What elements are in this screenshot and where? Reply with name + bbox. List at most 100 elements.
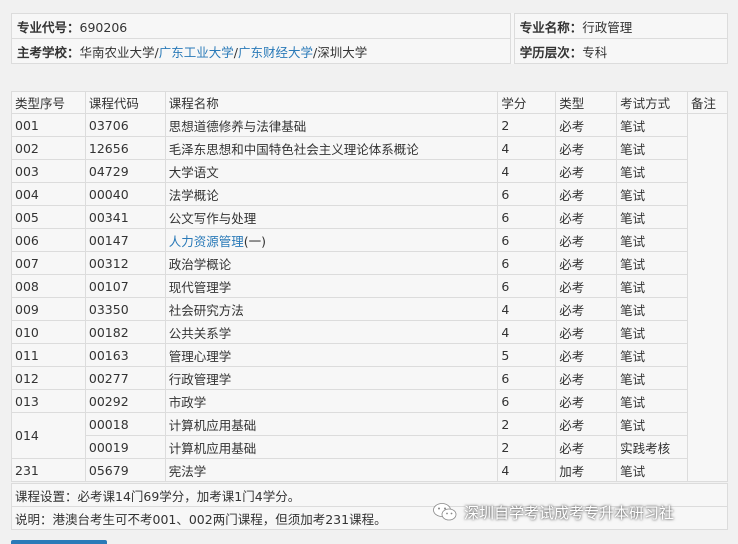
header-code: 课程代码 — [84, 91, 166, 114]
cell-exam: 笔试 — [616, 205, 688, 229]
cell-credit: 6 — [497, 274, 557, 298]
cell-type: 必考 — [555, 228, 618, 252]
cell-type: 必考 — [555, 389, 618, 413]
cell-name: 政治学概论 — [164, 251, 499, 275]
cell-credit: 6 — [497, 228, 557, 252]
cell-exam: 笔试 — [616, 159, 688, 183]
level-value: 专科 — [582, 44, 608, 60]
header-note: 备注 — [687, 91, 728, 114]
cell-code: 00341 — [84, 205, 166, 229]
cell-code: 00107 — [84, 274, 166, 298]
table-row: 006 00147 人力资源管理(一) 6 必考 笔试 — [11, 228, 728, 252]
cell-code: 00147 — [84, 228, 166, 252]
cell-seq: 011 — [11, 343, 86, 367]
table-row: 005 00341 公文写作与处理 6 必考 笔试 — [11, 205, 728, 229]
table-row: 012 00277 行政管理学 6 必考 笔试 — [11, 366, 728, 390]
cell-type: 必考 — [555, 412, 618, 436]
cell-credit: 4 — [497, 159, 557, 183]
cell-exam: 笔试 — [616, 458, 688, 482]
cell-exam: 笔试 — [616, 343, 688, 367]
cell-exam: 笔试 — [616, 182, 688, 206]
course-name-link[interactable]: 人力资源管理 — [169, 234, 244, 249]
cell-type: 必考 — [555, 297, 618, 321]
table-row: 001 03706 思想道德修养与法律基础 2 必考 笔试 — [11, 113, 728, 482]
cell-exam: 笔试 — [616, 113, 688, 137]
cell-code: 03706 — [84, 113, 166, 137]
cell-exam: 笔试 — [616, 228, 688, 252]
cell-credit: 6 — [497, 182, 557, 206]
course-table: 类型序号 课程代码 课程名称 学分 类型 考试方式 备注 001 03706 思… — [11, 91, 728, 482]
cell-code: 00312 — [84, 251, 166, 275]
cell-exam: 笔试 — [616, 389, 688, 413]
header-name: 课程名称 — [164, 91, 499, 114]
cell-exam: 笔试 — [616, 320, 688, 344]
info-row-2: 主考学校：华南农业大学/广东工业大学/广东财经大学/深圳大学 学历层次：专科 — [11, 38, 729, 64]
cell-name: 宪法学 — [164, 458, 499, 482]
table-row: 231 05679 宪法学 4 加考 笔试 — [11, 458, 728, 482]
cell-code: 00018 — [84, 412, 166, 436]
header-exam: 考试方式 — [616, 91, 688, 114]
school-cell: 主考学校：华南农业大学/广东工业大学/广东财经大学/深圳大学 — [11, 38, 511, 64]
major-name-cell: 专业名称：行政管理 — [513, 13, 729, 39]
cell-name: 计算机应用基础 — [164, 412, 499, 436]
watermark-text: 深圳自学考试成考专升本研习社 — [464, 503, 675, 522]
cell-credit: 6 — [497, 205, 557, 229]
cell-seq: 009 — [11, 297, 86, 321]
cell-seq: 004 — [11, 182, 86, 206]
header-credit: 学分 — [497, 91, 557, 114]
cell-exam: 笔试 — [616, 366, 688, 390]
cell-credit: 2 — [497, 113, 557, 137]
cell-name: 公共关系学 — [164, 320, 499, 344]
cell-code: 00163 — [84, 343, 166, 367]
table-row: 009 03350 社会研究方法 4 必考 笔试 — [11, 297, 728, 321]
cell-type: 必考 — [555, 182, 618, 206]
cell-code: 00292 — [84, 389, 166, 413]
school-link-2[interactable]: 广东财经大学 — [238, 45, 313, 60]
cell-code: 00182 — [84, 320, 166, 344]
cell-exam: 笔试 — [616, 412, 688, 436]
cell-type: 必考 — [555, 205, 618, 229]
cell-credit: 6 — [497, 251, 557, 275]
cell-name: 毛泽东思想和中国特色社会主义理论体系概论 — [164, 136, 499, 160]
cell-code: 00019 — [84, 435, 166, 459]
course-name-suffix: (一) — [243, 233, 267, 249]
cell-type: 必考 — [555, 435, 618, 459]
table-row: 004 00040 法学概论 6 必考 笔试 — [11, 182, 728, 206]
watermark: 深圳自学考试成考专升本研习社 — [432, 500, 674, 524]
cell-seq: 013 — [11, 389, 86, 413]
cell-type: 必考 — [555, 366, 618, 390]
cell-type: 必考 — [555, 320, 618, 344]
level-label: 学历层次： — [519, 44, 583, 60]
cell-credit: 2 — [497, 412, 557, 436]
table-row: 002 12656 毛泽东思想和中国特色社会主义理论体系概论 4 必考 笔试 — [11, 136, 728, 160]
cell-type: 必考 — [555, 113, 618, 137]
info-row-1: 专业代号：690206 专业名称：行政管理 — [11, 13, 729, 39]
cell-type: 加考 — [555, 458, 618, 482]
cell-seq: 014 — [11, 412, 86, 459]
cell-code: 05679 — [84, 458, 166, 482]
cell-credit: 2 — [497, 435, 557, 459]
cell-exam: 笔试 — [616, 274, 688, 298]
bottom-tab-indicator — [11, 540, 107, 544]
header-type: 类型 — [555, 91, 618, 114]
wechat-icon — [433, 503, 457, 521]
cell-credit: 4 — [497, 458, 557, 482]
table-row: 007 00312 政治学概论 6 必考 笔试 — [11, 251, 728, 275]
cell-seq: 005 — [11, 205, 86, 229]
school-link-1[interactable]: 广东工业大学 — [159, 45, 234, 60]
major-name-value: 行政管理 — [582, 19, 633, 35]
cell-code: 04729 — [84, 159, 166, 183]
cell-seq: 003 — [11, 159, 86, 183]
school-1: 华南农业大学 — [79, 44, 155, 60]
cell-seq: 007 — [11, 251, 86, 275]
cell-exam: 笔试 — [616, 251, 688, 275]
cell-name: 人力资源管理(一) — [164, 228, 499, 252]
school-label: 主考学校： — [17, 44, 80, 60]
table-row: 011 00163 管理心理学 5 必考 笔试 — [11, 343, 728, 367]
cell-seq: 231 — [11, 458, 86, 482]
cell-code: 12656 — [84, 136, 166, 160]
cell-seq: 012 — [11, 366, 86, 390]
cell-credit: 4 — [497, 297, 557, 321]
cell-name: 计算机应用基础 — [164, 435, 499, 459]
cell-seq: 001 — [11, 113, 86, 137]
